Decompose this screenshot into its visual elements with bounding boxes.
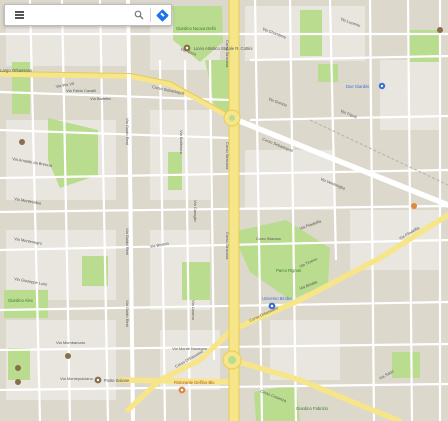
search-input[interactable] [29,6,130,24]
directions-diamond-icon [155,8,169,22]
place-label-poste-italiane: Poste Italiane [104,378,130,383]
street-label: Corso Siracusa [225,232,230,260]
directions-button[interactable] [153,6,171,24]
poi-liceo-artistico[interactable] [183,44,191,52]
place-label-liceo: Liceo Artistico Statale R. Cottini [194,46,252,51]
street-label: Via Barletta [90,96,111,101]
street-label: Via Monte Novegno [172,346,208,351]
street-label: Via Montepulciano [60,376,94,381]
street-label: Via Mombarcaro [56,340,86,345]
poi-ristorante-delfino-blu[interactable] [178,386,186,394]
street-label: Via Fabio Cavalli [66,88,96,93]
street-label: Via Guido Reni [125,300,130,327]
street-label: Via Guido Reni [125,118,130,145]
place-label-ristorante: Ristorante Delfino Blu [174,380,215,385]
place-label-giardino-fabrizio: Giardino Fabrizio [296,406,329,411]
place-label-parco-rignon: Parco Rignon [276,268,302,273]
poi-universo-bimbo[interactable] [268,302,276,310]
street-label: Corso Siracusa [225,142,230,170]
park-ne-small [318,64,338,82]
street-label: Via Guido Reni [125,228,130,255]
park-sw [8,348,30,380]
place-label-universo-bimbo: Universo Bimbo [262,296,292,301]
place-label-corso-siracusa: Corso Siracusa [256,237,281,241]
street-label: Via Livorno [191,300,196,321]
poi-marker-east[interactable] [437,27,443,33]
poi-marker-orange-east[interactable] [411,203,417,209]
poi-due-giardini[interactable] [378,82,386,90]
park-mid [182,262,210,300]
park-se [392,352,420,378]
park-small [168,152,182,190]
search-divider [150,8,151,22]
search-box [4,4,172,26]
place-label-giardino-alex: Giardino Alex [8,298,34,303]
street-label: Via Baltimora [179,130,184,154]
place-label-due-giardini: Due Giardini [346,84,369,89]
search-button[interactable] [130,6,148,24]
map-canvas[interactable]: Corso Sebastopoli Corso Siracusa Corso S… [0,0,448,421]
poi-marker-west[interactable] [19,139,25,145]
place-label-giardino-nuova-delhi: Giardino Nuova Delhi [176,26,216,31]
poi-poste-italiane[interactable] [94,376,102,384]
menu-button[interactable] [9,5,29,25]
poi-marker-sw1[interactable] [15,365,21,371]
place-label-largo-orbassano: Largo Orbassano [0,68,33,73]
magnifier-icon [134,10,144,20]
hamburger-menu-icon [14,14,24,16]
poi-marker-sw2[interactable] [15,379,21,385]
street-label: Corso Siracusa [225,40,230,68]
street-label: Via Caraglio [193,200,198,222]
park-giardino-alex [4,290,48,318]
poi-marker-mid-left[interactable] [65,353,71,359]
